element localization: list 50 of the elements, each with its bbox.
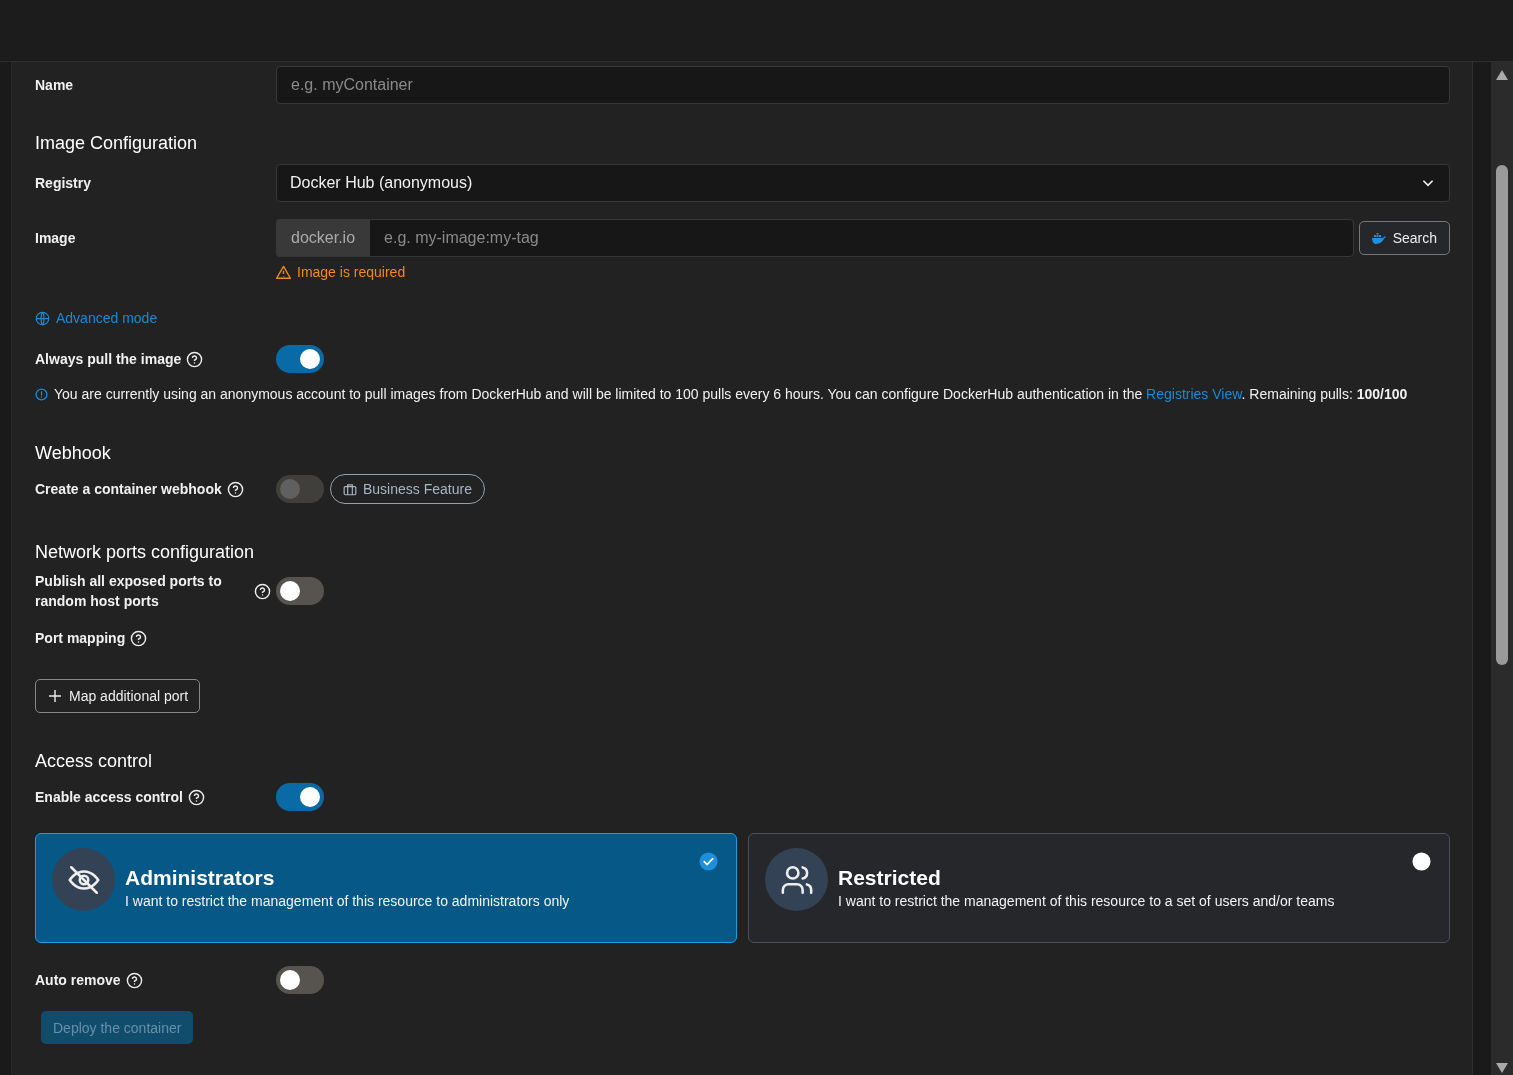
section-heading: Access control: [35, 751, 154, 772]
help-icon[interactable]: [186, 350, 204, 368]
info-icon: [35, 387, 48, 401]
help-icon[interactable]: [254, 582, 271, 600]
info-message: You are currently using an anonymous account to pull images from DockerHub and will be limited to 100 pulls every 6 hours. You can configure DockerHub authentication in the Registries View. Remaining pulls: 100/100: [54, 386, 1408, 402]
toggle-switch[interactable]: [276, 577, 324, 605]
whale-icon: [1371, 232, 1386, 244]
registry-select[interactable]: Docker Hub (anonymous): [276, 164, 1450, 202]
help-icon[interactable]: [125, 971, 143, 989]
globe-icon: [35, 310, 50, 326]
access-option-card[interactable]: Administrators I want to restrict the management of this resource to administrators only: [35, 833, 737, 943]
help-icon[interactable]: [226, 480, 244, 498]
registries-link[interactable]: Registries View: [1146, 386, 1242, 402]
field-label: Port mapping: [35, 630, 126, 646]
section-heading: Webhook: [35, 443, 112, 464]
image-field[interactable]: e.g. my-image:my-tag: [369, 219, 1354, 257]
field-label: Registry: [35, 175, 92, 191]
scroll-up-arrow-icon[interactable]: [1496, 70, 1508, 80]
option-title: Restricted: [838, 866, 942, 890]
name-field[interactable]: e.g. myContainer: [276, 66, 1450, 104]
option-title: Administrators: [125, 866, 276, 890]
field-label: Image: [35, 230, 76, 246]
section-heading: Network ports configuration: [35, 542, 256, 563]
toggle-switch[interactable]: [276, 966, 324, 994]
field-label: Enable access control: [35, 789, 183, 805]
map-port-button[interactable]: Map additional port: [35, 679, 201, 713]
registry-prefix: docker.io: [276, 219, 370, 257]
field-label: Always pull the image: [35, 351, 182, 367]
help-icon[interactable]: [187, 788, 205, 806]
section-heading: Image Configuration: [35, 133, 199, 154]
toggle-switch[interactable]: [276, 783, 324, 811]
field-label: Name: [35, 77, 74, 93]
help-icon[interactable]: [130, 629, 148, 647]
option-description: I want to restrict the management of this resource to a set of users and/or teams: [838, 893, 1335, 909]
field-label: Auto remove: [35, 972, 121, 988]
field-label: Publish all exposed ports to random host ports: [35, 572, 223, 611]
scrollbar[interactable]: [1491, 62, 1513, 1075]
checked-radio-icon[interactable]: [699, 852, 718, 871]
advanced-mode-link[interactable]: Advanced mode: [35, 310, 1450, 326]
warning-icon: [276, 265, 291, 279]
access-option-card[interactable]: Restricted I want to restrict the management of this resource to a set of users and/or teams: [748, 833, 1450, 943]
briefcase-icon: [343, 482, 357, 496]
radio-icon[interactable]: [1412, 852, 1431, 871]
field-label: Create a container webhook: [35, 481, 222, 497]
error-message: Image is required: [276, 264, 1450, 280]
option-description: I want to restrict the management of this resource to administrators only: [125, 893, 570, 909]
scroll-down-arrow-icon[interactable]: [1496, 1063, 1508, 1073]
search-button[interactable]: Search: [1358, 221, 1450, 255]
plus-icon: [49, 690, 61, 702]
toggle-switch[interactable]: [276, 345, 324, 373]
